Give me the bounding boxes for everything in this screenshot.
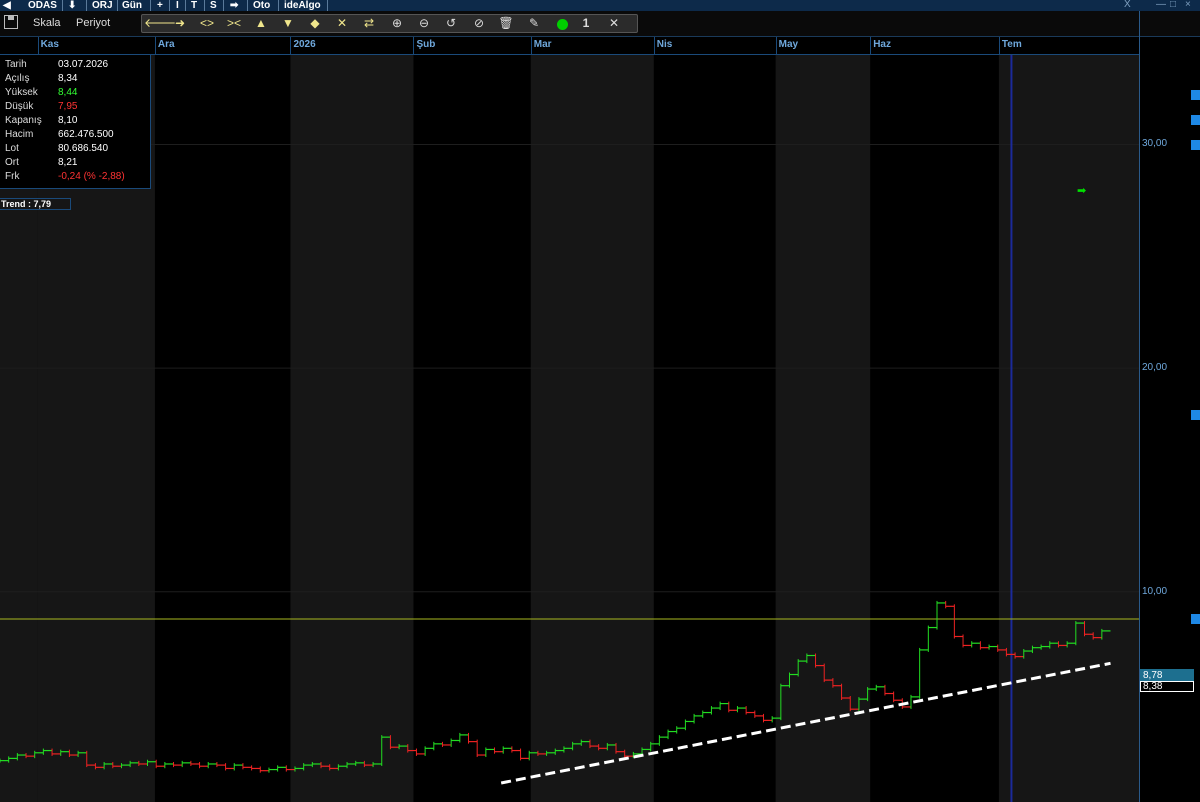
axis-marker — [1191, 140, 1200, 150]
month-divider — [653, 37, 655, 54]
month-divider — [998, 37, 1000, 54]
month-band — [998, 55, 1139, 802]
trend-label: Trend : 7,79 — [0, 198, 71, 210]
price-chart[interactable] — [0, 0, 1200, 802]
axis-marker — [1191, 614, 1200, 624]
month-band — [290, 55, 414, 802]
axis-marker — [1191, 115, 1200, 125]
month-label: 2026 — [293, 39, 316, 50]
info-value: 8,10 — [58, 115, 78, 126]
month-divider — [870, 37, 872, 54]
info-label: Frk — [5, 171, 20, 182]
info-value: 662.476.500 — [58, 129, 114, 140]
info-label: Tarih — [5, 59, 27, 70]
right-arrow-icon[interactable]: ➡ — [1077, 184, 1086, 197]
month-band — [775, 55, 871, 802]
info-label: Kapanış — [5, 115, 42, 126]
info-label: Ort — [5, 157, 19, 168]
month-label: Ara — [157, 39, 175, 50]
month-divider — [290, 37, 292, 54]
info-label: Lot — [5, 143, 19, 154]
axis-marker — [1191, 410, 1200, 420]
info-label: Düşük — [5, 101, 34, 112]
month-label: Şub — [416, 39, 436, 50]
axis-marker — [1191, 90, 1200, 100]
month-divider — [775, 37, 777, 54]
info-value: 8,21 — [58, 157, 78, 168]
month-label: Tem — [1001, 39, 1022, 50]
month-label: May — [778, 39, 799, 50]
month-band — [530, 55, 654, 802]
month-label: Kas — [40, 39, 59, 50]
info-value: 03.07.2026 — [58, 59, 109, 70]
info-value: -0,24 (% -2,88) — [58, 171, 125, 182]
info-value: 80.686.540 — [58, 143, 109, 154]
month-divider — [413, 37, 415, 54]
info-label: Açılış — [5, 73, 30, 84]
month-label: Mar — [533, 39, 552, 50]
info-label: Hacim — [5, 129, 34, 140]
y-tick-label: 20,00 — [1142, 362, 1168, 374]
month-divider — [530, 37, 532, 54]
month-divider — [154, 37, 156, 54]
info-value: 7,95 — [58, 101, 78, 112]
month-divider — [37, 37, 39, 54]
info-label: Yüksek — [5, 87, 38, 98]
prev-price-label: 8,38 — [1140, 681, 1194, 692]
month-label: Haz — [873, 39, 891, 50]
month-label: Nis — [656, 39, 673, 50]
y-tick-label: 10,00 — [1142, 585, 1168, 597]
y-tick-label: 30,00 — [1142, 138, 1168, 150]
info-value: 8,44 — [58, 87, 78, 98]
info-value: 8,34 — [58, 73, 78, 84]
